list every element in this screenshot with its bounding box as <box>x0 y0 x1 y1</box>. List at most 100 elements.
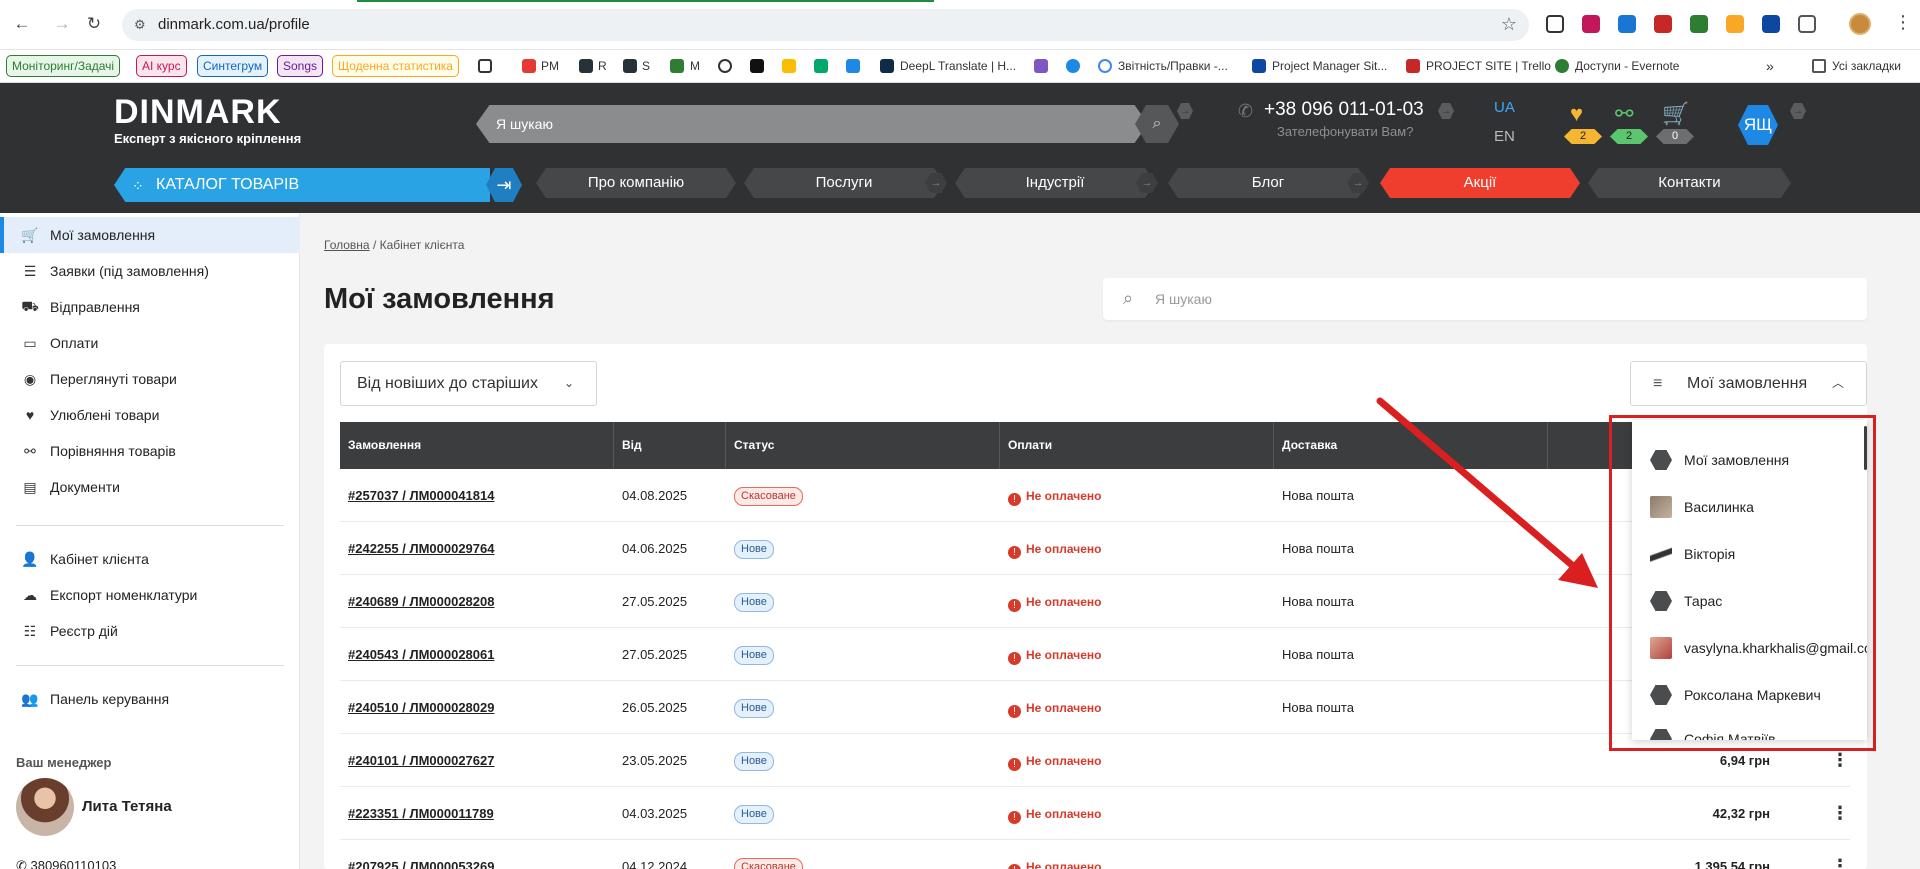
compare-badge: 2 <box>1610 129 1648 144</box>
orders-search-input[interactable]: ⌕ Я шукаю <box>1103 278 1867 320</box>
forward-icon[interactable]: → <box>50 12 74 36</box>
keep-bookmark-icon[interactable] <box>782 59 796 73</box>
black-bookmark-icon[interactable] <box>750 59 764 73</box>
all-bookmarks[interactable]: Усі закладки <box>1832 59 1901 73</box>
order-link[interactable]: #240543 / ЛМ000028061 <box>340 628 494 681</box>
menu-contacts[interactable]: Контакти <box>1588 168 1791 198</box>
payment-status: Не оплачено <box>1026 648 1102 662</box>
bookmark-deepl[interactable]: DeepL Translate | Н... <box>900 59 1016 73</box>
catalog-button[interactable]: КАТАЛОГ ТОВАРІВ <box>114 168 490 202</box>
sidebar-item-requests[interactable]: ☰ Заявки (під замовлення) <box>0 253 300 289</box>
bookmark-m[interactable]: M <box>690 59 700 73</box>
order-link[interactable]: #242255 / ЛМ000029764 <box>340 522 494 575</box>
lang-en[interactable]: EN <box>1494 128 1515 145</box>
bookmark-project-site[interactable]: PROJECT SITE | Trello <box>1426 59 1551 73</box>
play-bookmark-icon[interactable] <box>814 59 828 73</box>
sidebar-item-compare[interactable]: ⚯ Порівняння товарів <box>0 433 300 469</box>
order-link[interactable]: #240689 / ЛМ000028208 <box>340 575 494 628</box>
bookmark-pm[interactable]: PM <box>541 59 559 73</box>
order-link[interactable]: #240510 / ЛМ000028029 <box>340 681 494 734</box>
order-date: 23.05.2025 <box>622 753 688 768</box>
header-search-input[interactable] <box>476 105 1148 143</box>
table-row[interactable]: #223351 / ЛМ000011789 04.03.2025 Нове! Не о… <box>340 787 1850 840</box>
bookmark-ai-course[interactable]: AI курс <box>136 55 187 77</box>
breadcrumb-home[interactable]: Головна <box>324 238 370 252</box>
site-logo[interactable]: DINMARK <box>114 93 282 132</box>
bookmark-monitoring[interactable]: Моніторинг/Задачі <box>6 55 121 77</box>
b-extension-icon[interactable] <box>1618 15 1636 33</box>
bookmark-r[interactable]: R <box>598 59 607 73</box>
logo-tagline: Експерт з якісного кріплення <box>114 131 302 146</box>
image-extension-icon[interactable] <box>1546 15 1564 33</box>
sidebar-item-export[interactable]: ☁ Експорт номенклатури <box>0 577 300 613</box>
bookmark-syntegrum[interactable]: Синтегрум <box>197 55 269 77</box>
green-extension-icon[interactable] <box>1690 15 1708 33</box>
bookmark-star-icon[interactable]: ☆ <box>1501 14 1517 35</box>
order-delivery: Нова пошта <box>1282 700 1354 715</box>
alert-icon: ! <box>1008 599 1021 612</box>
bookmark-evernote[interactable]: Доступи - Evernote <box>1575 59 1679 73</box>
bookmark-daily-stats[interactable]: Щоденна статистика <box>332 55 459 77</box>
row-menu-icon[interactable]: ⋮ <box>1831 840 1849 869</box>
sidebar-item-my-orders[interactable]: 🛒 Мої замовлення <box>0 217 300 253</box>
puzzle-icon[interactable] <box>1798 15 1816 33</box>
flag-extension-icon[interactable] <box>1726 15 1744 33</box>
sidebar-item-registry[interactable]: ☷ Реєстр дій <box>0 613 300 649</box>
bookmark-s[interactable]: S <box>642 59 650 73</box>
menu-services[interactable]: Послуги <box>744 168 944 198</box>
order-link[interactable]: #207925 / ЛМ000053269 <box>340 840 494 869</box>
bookmark-pm-site[interactable]: Project Manager Sit... <box>1272 59 1387 73</box>
more-bookmarks-icon[interactable]: » <box>1766 59 1774 73</box>
apps-grid-icon[interactable] <box>478 59 492 73</box>
openai-bookmark-icon[interactable] <box>718 59 732 73</box>
blue-circle-bookmark-icon[interactable] <box>1066 59 1080 73</box>
sidebar-divider <box>16 525 284 526</box>
order-link[interactable]: #223351 / ЛМ000011789 <box>340 787 494 840</box>
eye-icon: ◉ <box>23 370 37 387</box>
menu-blog[interactable]: Блог <box>1168 168 1368 198</box>
row-menu-icon[interactable]: ⋮ <box>1831 787 1849 840</box>
sidebar-item-shipments[interactable]: ⛟ Відправлення <box>0 289 300 325</box>
header-phone[interactable]: +38 096 011-01-03 <box>1264 99 1424 121</box>
sidebar-item-viewed[interactable]: ◉ Переглянуті товари <box>0 361 300 397</box>
sidebar-item-control-panel[interactable]: 👥 Панель керування <box>0 681 300 717</box>
gemini-bookmark-icon[interactable] <box>1034 59 1048 73</box>
menu-industries[interactable]: Індустрії <box>955 168 1155 198</box>
filter-user-select[interactable]: ≡ Мої замовлення ︿ <box>1630 361 1867 406</box>
user-avatar[interactable]: ЯЩ <box>1738 105 1778 145</box>
drive-bookmark-icon[interactable] <box>846 59 860 73</box>
cart-icon[interactable]: 🛒 <box>1662 101 1689 127</box>
shield-extension-icon[interactable] <box>1582 15 1600 33</box>
site-settings-icon[interactable]: ⚙ <box>134 17 150 33</box>
order-payment: ! Не оплачено <box>1000 522 1101 575</box>
sidebar-item-client-cabinet[interactable]: 👤 Кабінет клієнта <box>0 541 300 577</box>
compare-icon[interactable]: ⚯ <box>1615 101 1633 127</box>
order-link[interactable]: #240101 / ЛМ000027627 <box>340 734 494 787</box>
order-date: 04.12.2024 <box>622 859 688 869</box>
sidebar-item-favorites[interactable]: ♥ Улюблені товари <box>0 397 300 433</box>
order-payment: ! Не оплачено <box>1000 575 1101 628</box>
sort-select[interactable]: Від новіших до старіших ⌄ <box>340 361 597 406</box>
manager-phone[interactable]: ✆ 380960110103 <box>16 858 116 869</box>
profile-avatar[interactable] <box>1849 13 1871 35</box>
address-bar[interactable]: ⚙ dinmark.com.ua/profile ☆ <box>122 9 1529 41</box>
user-settings-icon: 👥 <box>21 690 39 707</box>
bookmark-reports[interactable]: Звітність/Правки -... <box>1118 59 1228 73</box>
bookmark-songs[interactable]: Songs <box>277 55 324 77</box>
reload-icon[interactable]: ↻ <box>82 12 106 36</box>
sidebar-item-documents[interactable]: ▤ Документи <box>0 469 300 505</box>
sidebar-item-payments[interactable]: ▭ Оплати <box>0 325 300 361</box>
red-extension-icon[interactable] <box>1654 15 1672 33</box>
lang-ua[interactable]: UA <box>1494 99 1515 116</box>
heart-icon[interactable]: ♥ <box>1570 101 1583 127</box>
order-link[interactable]: #257037 / ЛМ000041814 <box>340 469 494 522</box>
menu-about[interactable]: Про компанію <box>536 168 736 198</box>
table-row[interactable]: #207925 / ЛМ000053269 04.12.2024 Скасоване… <box>340 840 1850 869</box>
menu-promotions[interactable]: Акції <box>1380 168 1580 198</box>
chrome-menu-icon[interactable]: ⋮ <box>1894 12 1912 33</box>
back-icon[interactable]: ← <box>10 12 34 36</box>
callback-link[interactable]: Зателефонувати Вам? <box>1277 124 1413 139</box>
catalog-arrow-icon[interactable]: ⇥ <box>486 168 522 202</box>
search-icon[interactable]: ⌕ <box>1135 105 1179 143</box>
blue-extension-icon[interactable] <box>1762 15 1780 33</box>
